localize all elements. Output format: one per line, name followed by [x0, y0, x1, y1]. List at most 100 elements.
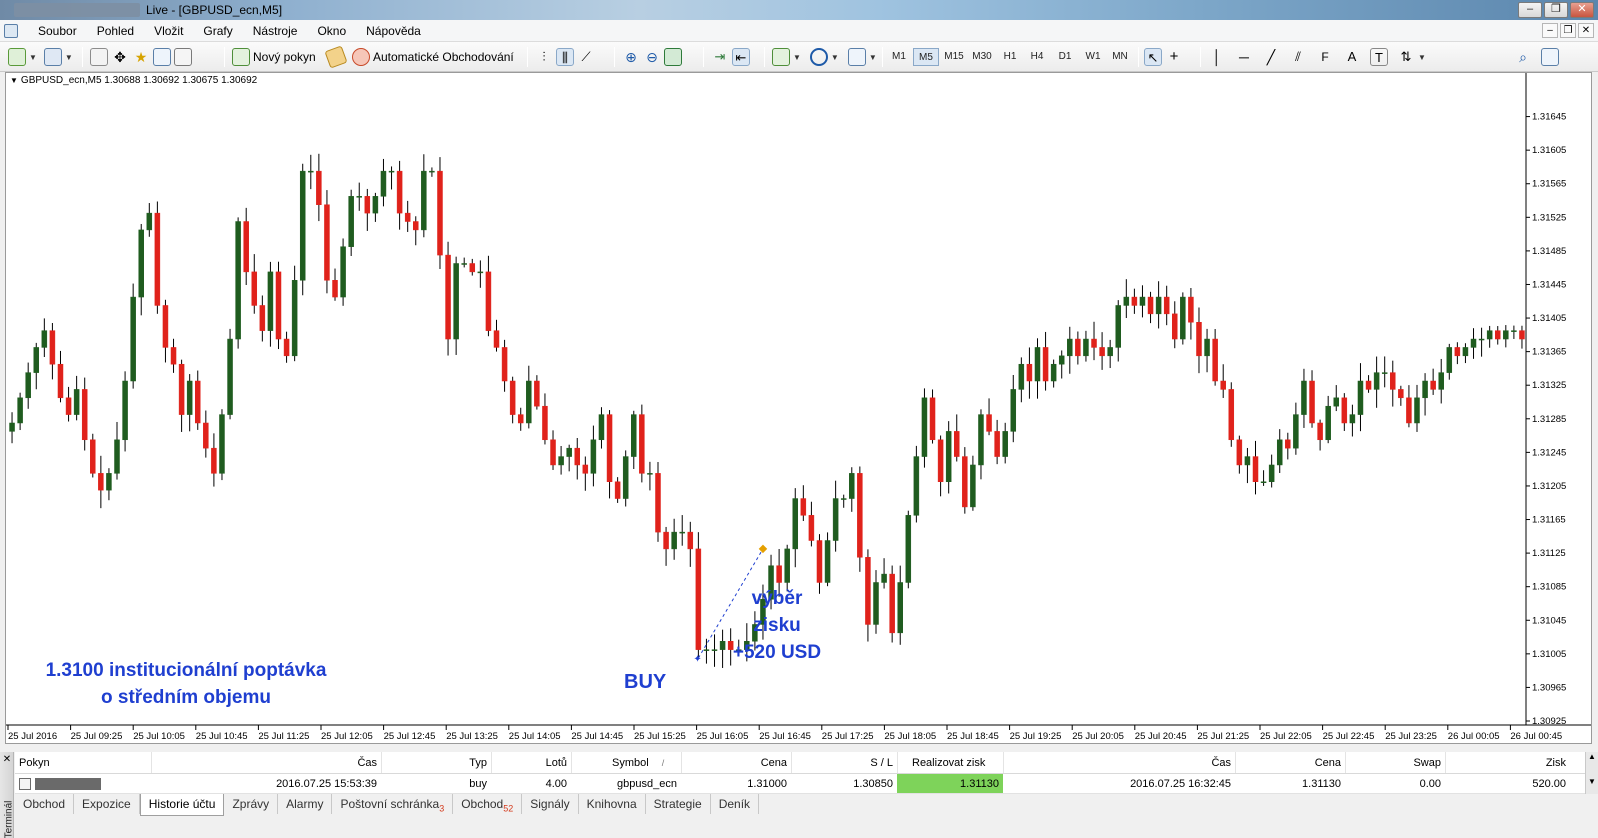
order-cell — [15, 774, 151, 793]
arrows-icon[interactable]: ⇅ — [1397, 48, 1415, 66]
tab-historie-uctu[interactable]: Historie účtu — [139, 794, 225, 816]
menu-pohled[interactable]: Pohled — [87, 23, 144, 39]
zoom-out-icon[interactable]: ⊖ — [643, 48, 661, 66]
col-cas-close[interactable]: Čas — [1003, 752, 1235, 773]
periods-clock-icon[interactable] — [809, 48, 828, 66]
col-pokyn[interactable]: Pokyn — [15, 752, 151, 773]
timeframe-h1[interactable]: H1 — [997, 48, 1023, 66]
candlestick-icon[interactable]: ⫼ — [556, 48, 574, 66]
col-sl[interactable]: S / L — [791, 752, 897, 773]
autoscroll-icon[interactable]: ⇤ — [732, 48, 750, 66]
menu-vlozit[interactable]: Vložit — [144, 23, 193, 39]
community-icon[interactable] — [1541, 48, 1559, 66]
timeframe-m30[interactable]: M30 — [969, 48, 995, 66]
chevron-down-icon[interactable]: ▼ — [869, 53, 877, 62]
terminal-icon[interactable] — [153, 48, 171, 66]
minimize-button[interactable]: ‒ — [1518, 2, 1542, 18]
chevron-down-icon[interactable]: ▼ — [793, 53, 801, 62]
chevron-down-icon[interactable]: ▼ — [1418, 53, 1426, 62]
tab-denik[interactable]: Deník — [711, 794, 760, 814]
line-chart-icon[interactable]: ⟋ — [577, 48, 595, 66]
auto-trading-button[interactable]: Automatické Obchodování — [373, 50, 514, 64]
bar-chart-icon[interactable]: ⫶ — [535, 48, 553, 66]
tab-knihovna[interactable]: Knihovna — [579, 794, 646, 814]
menu-okno[interactable]: Okno — [307, 23, 356, 39]
timeframe-h4[interactable]: H4 — [1024, 48, 1050, 66]
tab-alarmy[interactable]: Alarmy — [278, 794, 333, 814]
bull-candle — [421, 170, 427, 231]
timeframe-d1[interactable]: D1 — [1052, 48, 1078, 66]
scroll-up-icon[interactable]: ▲ — [1586, 752, 1598, 761]
time-tick-label: 25 Jul 10:05 — [133, 731, 185, 742]
favorites-icon[interactable]: ★ — [132, 48, 150, 66]
col-cena[interactable]: Cena — [681, 752, 791, 773]
templates-icon[interactable] — [847, 48, 866, 66]
menu-nastroje[interactable]: Nástroje — [243, 23, 308, 39]
mdi-restore-button[interactable]: ❐ — [1560, 23, 1576, 38]
timeframe-mn[interactable]: MN — [1107, 48, 1133, 66]
col-swap[interactable]: Swap — [1345, 752, 1445, 773]
crosshair-navigator-icon[interactable]: ✥ — [111, 48, 129, 66]
tester-icon[interactable] — [174, 48, 192, 66]
mdi-close-button[interactable]: ✕ — [1578, 23, 1594, 38]
tab-obchod-market[interactable]: Obchod52 — [453, 794, 523, 814]
new-chart-icon[interactable] — [8, 48, 26, 66]
close-button[interactable]: ✕ — [1570, 2, 1594, 18]
col-lotu[interactable]: Lotů — [491, 752, 571, 773]
mdi-minimize-button[interactable]: – — [1542, 23, 1558, 38]
zoom-in-icon[interactable]: ⊕ — [622, 48, 640, 66]
tab-expozice[interactable]: Expozice — [74, 794, 140, 814]
tile-windows-icon[interactable] — [664, 48, 682, 66]
bull-candle — [1446, 347, 1453, 373]
menu-grafy[interactable]: Grafy — [193, 23, 242, 39]
col-typ[interactable]: Typ — [381, 752, 491, 773]
text-label-icon[interactable]: T — [1370, 48, 1388, 66]
col-zisk[interactable]: Zisk — [1445, 752, 1570, 773]
maximize-button[interactable]: ❐ — [1544, 2, 1568, 18]
table-row[interactable]: 2016.07.25 15:53:39 buy 4.00 gbpusd_ecn … — [15, 774, 1585, 794]
timeframe-m1[interactable]: M1 — [886, 48, 912, 66]
terminal-scrollbar[interactable]: ▲ ▼ — [1585, 752, 1598, 794]
trendline-icon[interactable]: ╱ — [1262, 48, 1280, 66]
tab-signaly[interactable]: Signály — [522, 794, 579, 814]
timeframe-w1[interactable]: W1 — [1080, 48, 1106, 66]
tab-strategie[interactable]: Strategie — [646, 794, 711, 814]
bear-candle — [501, 347, 508, 382]
cursor-icon[interactable]: ↖ — [1144, 48, 1162, 66]
price-tick-label: 1.31485 — [1532, 246, 1566, 257]
tab-obchod[interactable]: Obchod — [15, 794, 75, 814]
equidistant-channel-icon[interactable]: ⫽ — [1289, 48, 1307, 66]
scroll-down-icon[interactable]: ▼ — [1586, 777, 1598, 786]
chart-shift-icon[interactable]: ⇥ — [711, 48, 729, 66]
new-order-button[interactable]: Nový pokyn — [253, 50, 316, 64]
crosshair-icon[interactable]: + — [1165, 48, 1183, 66]
timeframe-m5[interactable]: M5 — [913, 48, 939, 66]
tab-postovni-schranka[interactable]: Poštovní schránka3 — [332, 794, 454, 814]
indicators-icon[interactable] — [772, 48, 790, 66]
col-cas[interactable]: Čas — [151, 752, 381, 773]
col-cena-close[interactable]: Cena — [1235, 752, 1345, 773]
stop-loss: 1.30850 — [853, 778, 893, 790]
tab-zpravy[interactable]: Zprávy — [224, 794, 279, 814]
collapse-triangle-icon[interactable]: ▼ — [10, 76, 18, 85]
col-realizovat-zisk[interactable]: Realizovat zisk — [897, 752, 1003, 773]
close-icon[interactable]: ✕ — [1, 754, 13, 766]
bull-candle — [590, 439, 597, 474]
menu-soubor[interactable]: Soubor — [28, 23, 87, 39]
chart-window[interactable]: 1.31645 1.31605 1.31565 1.31525 1.31485 1.314… — [5, 72, 1592, 744]
fibonacci-icon[interactable]: F — [1316, 48, 1334, 66]
market-watch-icon[interactable] — [90, 48, 108, 66]
chevron-down-icon[interactable]: ▼ — [29, 53, 37, 62]
horizontal-line-icon[interactable]: ─ — [1235, 48, 1253, 66]
chevron-down-icon[interactable]: ▼ — [831, 53, 839, 62]
chevron-down-icon[interactable]: ▼ — [65, 53, 73, 62]
chart-window-icon[interactable] — [4, 24, 18, 38]
menu-napoveda[interactable]: Nápověda — [356, 23, 431, 39]
vertical-line-icon[interactable]: │ — [1208, 48, 1226, 66]
col-symbol[interactable]: Symbol / — [571, 752, 681, 773]
metaeditor-icon[interactable] — [324, 45, 348, 69]
timeframe-m15[interactable]: M15 — [941, 48, 967, 66]
search-icon[interactable]: ⌕ — [1514, 48, 1532, 66]
profiles-icon[interactable] — [43, 48, 62, 66]
text-icon[interactable]: A — [1343, 48, 1361, 66]
